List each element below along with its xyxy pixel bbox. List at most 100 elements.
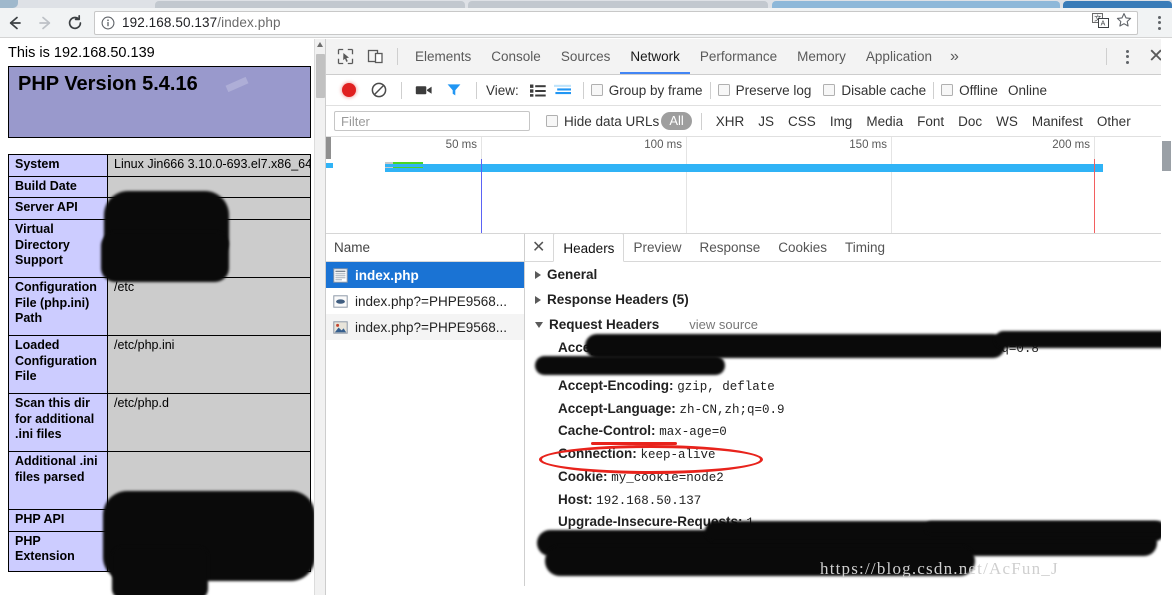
- forward-button[interactable]: [30, 9, 60, 37]
- group-by-frame-label: Group by frame: [608, 82, 703, 98]
- tab-sources[interactable]: Sources: [551, 39, 621, 74]
- chevron-right-icon: [535, 270, 541, 279]
- filter-type-other[interactable]: Other: [1090, 114, 1138, 129]
- tab-memory[interactable]: Memory: [787, 39, 856, 74]
- view-waterfall-button[interactable]: [550, 76, 576, 104]
- filter-type-all[interactable]: All: [661, 112, 692, 130]
- list-view-icon: [529, 84, 546, 97]
- page-scrollbar[interactable]: [314, 39, 325, 595]
- browser-tab-strip[interactable]: [0, 0, 1172, 8]
- connection-underline-annotation: [591, 442, 677, 445]
- record-button[interactable]: [334, 76, 364, 104]
- device-toolbar-button[interactable]: [360, 43, 390, 71]
- filter-type-xhr[interactable]: XHR: [709, 114, 752, 129]
- device-toolbar-icon: [367, 49, 383, 64]
- disable-cache-checkbox[interactable]: Disable cache: [823, 83, 926, 98]
- divider: [700, 112, 702, 130]
- php-version-text: PHP Version 5.4.16: [18, 73, 198, 95]
- filter-type-js[interactable]: JS: [751, 114, 781, 129]
- browser-tab[interactable]: [155, 1, 465, 8]
- gridline: [686, 137, 687, 233]
- url-path: /index.php: [217, 15, 281, 30]
- request-detail-pane: ✕ Headers Preview Response Cookies Timin…: [525, 234, 1172, 586]
- view-source-link[interactable]: view source: [689, 317, 758, 332]
- tab-application[interactable]: Application: [856, 39, 942, 74]
- offline-checkbox[interactable]: Offline: [941, 83, 998, 98]
- load-event-marker: [1094, 159, 1095, 233]
- overview-left-handle[interactable]: [326, 137, 331, 159]
- devtools-settings-button[interactable]: [1114, 43, 1140, 71]
- filter-toggle-button[interactable]: [439, 76, 469, 104]
- filter-input[interactable]: Filter: [334, 111, 530, 131]
- host-line: This is 192.168.50.139: [8, 45, 155, 61]
- tab-network[interactable]: Network: [620, 39, 690, 74]
- request-row-selected[interactable]: index.php: [326, 262, 524, 288]
- row-key: System: [8, 154, 108, 177]
- web-page-content: This is 192.168.50.139 PHP Version 5.4.1…: [0, 39, 325, 595]
- checkbox-box[interactable]: [717, 84, 730, 96]
- request-row[interactable]: index.php?=PHPE9568...: [326, 288, 524, 314]
- capture-screenshots-button[interactable]: [409, 76, 439, 104]
- detail-tab-timing[interactable]: Timing: [836, 234, 894, 261]
- tab-performance[interactable]: Performance: [690, 39, 787, 74]
- filter-type-ws[interactable]: WS: [989, 114, 1025, 129]
- checkbox-box[interactable]: [590, 84, 603, 96]
- filter-type-media[interactable]: Media: [859, 114, 910, 129]
- offline-label: Offline: [959, 82, 998, 98]
- browser-tab[interactable]: [468, 1, 768, 8]
- filter-type-css[interactable]: CSS: [781, 114, 823, 129]
- scroll-up-arrow-icon[interactable]: [317, 42, 323, 47]
- browser-menu-button[interactable]: [1146, 9, 1172, 37]
- checkbox-box[interactable]: [941, 84, 954, 96]
- network-overview-timeline[interactable]: 50 ms 100 ms 150 ms 200 ms: [326, 137, 1172, 234]
- row-value: /etc/php.ini: [107, 334, 311, 394]
- row-value: Linux Jin666 3.10.0-693.el7.x86_64 #: [107, 154, 311, 177]
- header-key: Cookie:: [558, 468, 608, 484]
- reload-icon: [68, 14, 82, 29]
- detail-tab-headers[interactable]: Headers: [553, 234, 625, 262]
- more-tabs-button[interactable]: »: [942, 40, 967, 74]
- devtools-horizontal-scrollbar[interactable]: [326, 586, 1172, 595]
- devtools-scrollbar[interactable]: [1161, 39, 1172, 595]
- scrollbar-thumb[interactable]: [316, 54, 325, 98]
- close-detail-button[interactable]: ✕: [530, 239, 553, 256]
- filter-type-manifest[interactable]: Manifest: [1025, 114, 1090, 129]
- view-list-button[interactable]: [526, 76, 550, 104]
- checkbox-box[interactable]: [823, 84, 836, 96]
- detail-tab-preview[interactable]: Preview: [624, 234, 690, 261]
- info-circle-icon[interactable]: [101, 16, 115, 30]
- request-row[interactable]: index.php?=PHPE9568...: [326, 314, 524, 340]
- browser-tab[interactable]: [772, 1, 1060, 8]
- clear-button[interactable]: [364, 76, 394, 104]
- filter-type-img[interactable]: Img: [823, 114, 860, 129]
- scrollbar-thumb[interactable]: [1162, 141, 1171, 171]
- request-name: index.php: [355, 267, 419, 283]
- filter-type-font[interactable]: Font: [910, 114, 951, 129]
- detail-tab-response[interactable]: Response: [690, 234, 769, 261]
- reload-button[interactable]: [60, 9, 90, 37]
- filter-type-doc[interactable]: Doc: [951, 114, 989, 129]
- back-button[interactable]: [0, 9, 30, 37]
- preserve-log-checkbox[interactable]: Preserve log: [717, 82, 812, 98]
- hide-data-urls-checkbox[interactable]: Hide data URLs: [546, 114, 659, 129]
- group-by-frame-checkbox[interactable]: Group by frame: [590, 82, 703, 98]
- address-bar[interactable]: 192.168.50.137/index.php 文 A: [94, 10, 1138, 35]
- checkbox-box[interactable]: [546, 115, 558, 127]
- divider: [1106, 48, 1108, 65]
- section-response-headers[interactable]: Response Headers (5): [525, 287, 1172, 312]
- detail-tab-cookies[interactable]: Cookies: [769, 234, 836, 261]
- translate-icon[interactable]: 文 A: [1092, 12, 1109, 33]
- row-key: Additional .ini files parsed: [8, 450, 108, 510]
- star-icon[interactable]: [1116, 12, 1132, 33]
- timeline-tick-label: 50 ms: [445, 139, 477, 151]
- camera-icon: [415, 86, 432, 95]
- tab-elements[interactable]: Elements: [405, 39, 481, 74]
- section-general[interactable]: General: [525, 262, 1172, 287]
- preserve-log-label: Preserve log: [735, 82, 812, 98]
- inspect-element-button[interactable]: [330, 43, 360, 71]
- browser-tab-active[interactable]: [1063, 1, 1172, 8]
- request-list-header[interactable]: Name: [326, 234, 524, 262]
- row-value: /etc: [107, 276, 311, 336]
- throttling-select[interactable]: Online: [1008, 83, 1047, 98]
- tab-console[interactable]: Console: [481, 39, 551, 74]
